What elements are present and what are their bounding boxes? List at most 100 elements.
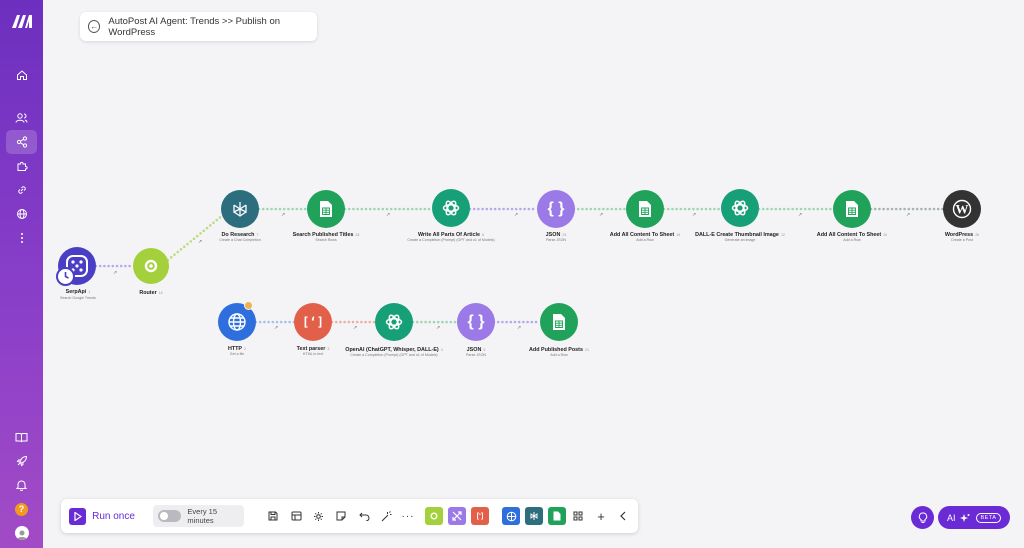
svg-text:↗: ↗ bbox=[692, 212, 696, 218]
back-arrow-icon[interactable]: ← bbox=[88, 20, 101, 33]
warning-dot-icon bbox=[244, 301, 253, 310]
openai-icon bbox=[721, 189, 759, 227]
google-sheets-icon bbox=[833, 190, 871, 228]
node-number: 7 bbox=[256, 233, 259, 237]
svg-text:↗: ↗ bbox=[906, 212, 910, 218]
toggle-switch[interactable] bbox=[158, 510, 182, 522]
node-number: 24 bbox=[562, 233, 567, 237]
globe-icon[interactable] bbox=[6, 202, 37, 226]
node-add-all-content-2[interactable]: Add All Content To Sheet 20 Add a Row bbox=[817, 190, 887, 242]
node-serpapi[interactable]: SerpApi 1 Search Google Trends bbox=[56, 247, 98, 300]
tools-icon[interactable] bbox=[425, 507, 443, 525]
more-horizontal-icon[interactable]: ··· bbox=[401, 499, 415, 533]
node-dalle-thumbnail[interactable]: DALL-E Create Thumbnail Image 12 Generate… bbox=[695, 189, 785, 242]
node-number: 20 bbox=[883, 233, 888, 237]
node-subtitle: Search Rows bbox=[315, 238, 337, 242]
ai-assistant-button[interactable]: AI BETA bbox=[938, 506, 1010, 529]
http-globe-icon[interactable] bbox=[502, 507, 520, 525]
node-subtitle: Search Google Trends bbox=[60, 296, 96, 300]
bell-icon[interactable] bbox=[6, 473, 37, 497]
node-subtitle: Add a Row bbox=[843, 238, 861, 242]
ai-label: AI bbox=[947, 512, 956, 523]
perplexity-icon[interactable] bbox=[525, 507, 543, 525]
svg-text:↗: ↗ bbox=[274, 325, 278, 331]
node-number: 5 bbox=[483, 348, 486, 352]
perplexity-icon bbox=[221, 190, 259, 228]
lightbulb-button[interactable] bbox=[911, 506, 934, 529]
settings-panel-icon[interactable] bbox=[289, 499, 303, 533]
google-sheets-icon[interactable] bbox=[548, 507, 566, 525]
node-router[interactable]: Router 15 bbox=[133, 248, 169, 296]
save-icon[interactable] bbox=[266, 499, 280, 533]
help-icon[interactable]: ? bbox=[6, 497, 37, 521]
node-wordpress[interactable]: W WordPress 26 Create a Post bbox=[943, 190, 981, 242]
text-parser-icon[interactable]: [‘] bbox=[471, 507, 489, 525]
node-search-published-titles[interactable]: Search Published Titles 28 Search Rows bbox=[293, 190, 359, 242]
text-parser-icon: [‘] bbox=[294, 303, 332, 341]
node-subtitle: Add a Row bbox=[550, 353, 568, 357]
home-icon[interactable] bbox=[6, 63, 37, 87]
node-do-research[interactable]: Do Research 7 Create a Chat Completion bbox=[219, 190, 261, 242]
node-number: 3 bbox=[327, 347, 330, 351]
more-vertical-icon[interactable] bbox=[6, 226, 37, 250]
svg-text:↗: ↗ bbox=[281, 212, 285, 218]
run-once-button[interactable]: Run once bbox=[67, 499, 137, 533]
notes-icon[interactable] bbox=[334, 499, 348, 533]
json-icon: { } bbox=[457, 303, 495, 341]
run-once-label: Run once bbox=[92, 510, 135, 522]
node-openai[interactable]: OpenAI (ChatGPT, Whisper, DALL-E) 4 Creat… bbox=[345, 303, 443, 357]
magic-wand-icon[interactable] bbox=[379, 499, 393, 533]
schedule-label: Every 15 minutes bbox=[187, 507, 218, 525]
svg-text:↗: ↗ bbox=[599, 212, 603, 218]
chevron-left-icon[interactable] bbox=[616, 499, 630, 533]
node-text-parser[interactable]: [‘] Text parser 3 HTML to text bbox=[294, 303, 332, 356]
node-number: 26 bbox=[975, 233, 980, 237]
node-json-1[interactable]: { } JSON 24 Parse JSON bbox=[537, 190, 575, 242]
svg-text:↗: ↗ bbox=[798, 212, 802, 218]
puzzle-icon[interactable] bbox=[6, 154, 37, 178]
bottom-toolbar: Run once Every 15 minutes ··· [‘] + bbox=[61, 499, 638, 533]
scenario-title-bar: ← AutoPost AI Agent: Trends >> Publish o… bbox=[80, 12, 317, 41]
link-icon[interactable] bbox=[6, 178, 37, 202]
play-icon bbox=[69, 507, 87, 525]
user-avatar-icon[interactable] bbox=[6, 521, 37, 545]
node-add-all-content-1[interactable]: Add All Content To Sheet 19 Add a Row bbox=[610, 190, 680, 242]
svg-text:W: W bbox=[956, 202, 969, 217]
google-sheets-icon bbox=[540, 303, 578, 341]
rocket-icon[interactable] bbox=[6, 449, 37, 473]
scenario-title[interactable]: AutoPost AI Agent: Trends >> Publish on … bbox=[108, 16, 317, 38]
sparkle-icon bbox=[959, 513, 970, 522]
make-logo[interactable] bbox=[10, 12, 34, 30]
node-subtitle: Create a Post bbox=[951, 238, 973, 242]
router-icon bbox=[133, 248, 169, 284]
svg-text:↗: ↗ bbox=[353, 325, 357, 331]
openai-icon bbox=[375, 303, 413, 341]
openai-icon bbox=[432, 189, 470, 227]
node-http[interactable]: HTTP 2 Get a file bbox=[218, 301, 256, 356]
add-plus-icon[interactable]: + bbox=[594, 499, 608, 533]
node-number: 21 bbox=[584, 348, 589, 352]
schedule-toggle[interactable]: Every 15 minutes bbox=[153, 505, 244, 527]
gear-icon[interactable] bbox=[311, 499, 325, 533]
svg-text:↗: ↗ bbox=[436, 325, 440, 331]
clock-trigger-icon[interactable] bbox=[56, 267, 75, 286]
node-number: 2 bbox=[244, 347, 247, 351]
svg-text:↗: ↗ bbox=[514, 212, 518, 218]
apps-grid-icon[interactable] bbox=[571, 499, 585, 533]
node-json-2[interactable]: { } JSON 5 Parse JSON bbox=[457, 303, 495, 357]
undo-icon[interactable] bbox=[357, 499, 371, 533]
users-icon[interactable] bbox=[6, 106, 37, 130]
svg-text:↗: ↗ bbox=[517, 325, 521, 331]
node-write-all-parts[interactable]: Write All Parts Of Article 6 Create a Com… bbox=[407, 189, 495, 242]
book-icon[interactable] bbox=[6, 425, 37, 449]
node-label: Router bbox=[139, 290, 157, 296]
node-number: 12 bbox=[780, 233, 785, 237]
wordpress-icon: W bbox=[943, 190, 981, 228]
node-number: 6 bbox=[482, 233, 485, 237]
svg-text:↗: ↗ bbox=[113, 270, 117, 276]
node-number: 28 bbox=[355, 233, 360, 237]
node-add-published-posts[interactable]: Add Published Posts 21 Add a Row bbox=[529, 303, 589, 357]
flow-control-icon[interactable] bbox=[448, 507, 466, 525]
share-icon[interactable] bbox=[6, 130, 37, 154]
beta-badge: BETA bbox=[975, 512, 1002, 523]
